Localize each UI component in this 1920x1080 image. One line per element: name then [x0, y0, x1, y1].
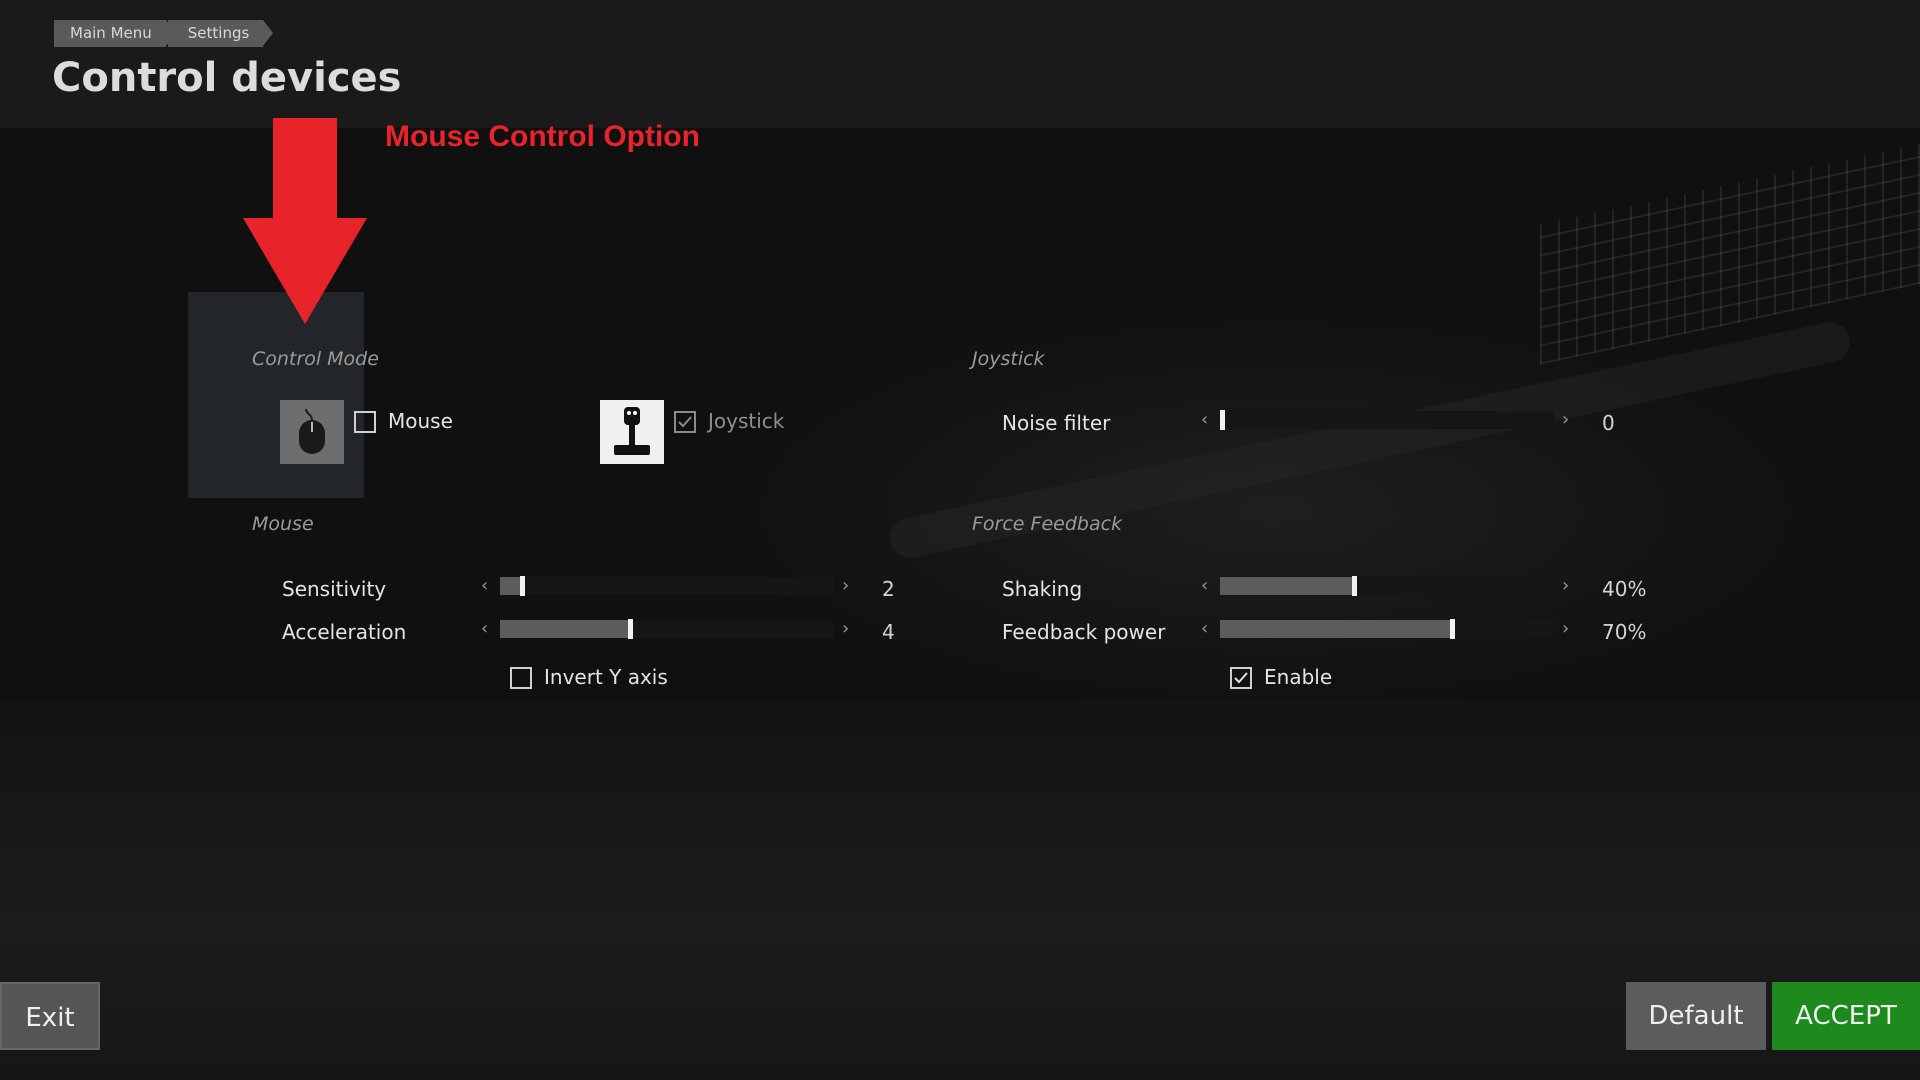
enable-feedback-checkbox[interactable]	[1230, 667, 1252, 689]
invert-y-checkbox[interactable]	[510, 667, 532, 689]
default-button[interactable]: Default	[1626, 982, 1766, 1050]
sensitivity-decrease-button[interactable]: ‹	[481, 575, 488, 596]
noise-filter-handle[interactable]	[1220, 410, 1225, 430]
feedback-power-increase-button[interactable]: ›	[1562, 618, 1569, 639]
sensitivity-slider[interactable]	[500, 576, 834, 596]
breadcrumb: Main Menu Settings	[54, 20, 273, 47]
invert-y-label: Invert Y axis	[544, 665, 668, 689]
noise-filter-label: Noise filter	[1002, 411, 1111, 435]
breadcrumb-main-menu[interactable]: Main Menu	[54, 20, 176, 47]
feedback-power-slider[interactable]	[1220, 619, 1554, 639]
joystick-mode-label: Joystick	[708, 409, 785, 433]
acceleration-value: 4	[882, 620, 895, 644]
feedback-power-handle[interactable]	[1450, 619, 1455, 639]
mouse-mode-checkbox[interactable]	[354, 411, 376, 433]
mouse-mode-button[interactable]	[280, 400, 344, 464]
mouse-section-label: Mouse	[252, 513, 314, 535]
force-feedback-section-label: Force Feedback	[972, 513, 1123, 535]
checkmark-icon	[1234, 672, 1248, 684]
enable-feedback-label: Enable	[1264, 665, 1333, 689]
feedback-power-label: Feedback power	[1002, 620, 1166, 644]
breadcrumb-settings[interactable]: Settings	[167, 20, 273, 47]
header-bar: Main Menu Settings Control devices	[0, 0, 1920, 128]
page-title: Control devices	[52, 55, 402, 101]
acceleration-increase-button[interactable]: ›	[842, 618, 849, 639]
acceleration-decrease-button[interactable]: ‹	[481, 618, 488, 639]
joystick-section-label: Joystick	[972, 348, 1045, 370]
noise-filter-slider[interactable]	[1220, 410, 1554, 430]
noise-filter-increase-button[interactable]: ›	[1562, 409, 1569, 430]
shaking-value: 40%	[1602, 577, 1647, 601]
shaking-fill	[1220, 577, 1354, 595]
joystick-icon	[614, 407, 650, 455]
exit-button[interactable]: Exit	[0, 982, 100, 1050]
mouse-icon	[299, 408, 325, 454]
noise-filter-decrease-button[interactable]: ‹	[1201, 409, 1208, 430]
acceleration-slider[interactable]	[500, 619, 834, 639]
feedback-power-fill	[1220, 620, 1452, 638]
red-arrow-icon	[243, 118, 367, 324]
control-mode-label: Control Mode	[252, 348, 379, 370]
feedback-power-decrease-button[interactable]: ‹	[1201, 618, 1208, 639]
sensitivity-increase-button[interactable]: ›	[842, 575, 849, 596]
acceleration-handle[interactable]	[628, 619, 633, 639]
feedback-power-value: 70%	[1602, 620, 1647, 644]
joystick-mode-button[interactable]	[600, 400, 664, 464]
sensitivity-handle[interactable]	[520, 576, 525, 596]
shaking-decrease-button[interactable]: ‹	[1201, 575, 1208, 596]
shaking-handle[interactable]	[1352, 576, 1357, 596]
checkmark-icon	[678, 416, 692, 428]
acceleration-label: Acceleration	[282, 620, 407, 644]
annotation-label: Mouse Control Option	[385, 120, 700, 153]
joystick-mode-checkbox[interactable]	[674, 411, 696, 433]
acceleration-fill	[500, 620, 630, 638]
sensitivity-fill	[500, 577, 522, 595]
sensitivity-label: Sensitivity	[282, 577, 387, 601]
shaking-slider[interactable]	[1220, 576, 1554, 596]
noise-filter-value: 0	[1602, 411, 1615, 435]
shaking-increase-button[interactable]: ›	[1562, 575, 1569, 596]
sensitivity-value: 2	[882, 577, 895, 601]
shaking-label: Shaking	[1002, 577, 1083, 601]
mouse-mode-label: Mouse	[388, 409, 453, 433]
accept-button[interactable]: ACCEPT	[1772, 982, 1920, 1050]
